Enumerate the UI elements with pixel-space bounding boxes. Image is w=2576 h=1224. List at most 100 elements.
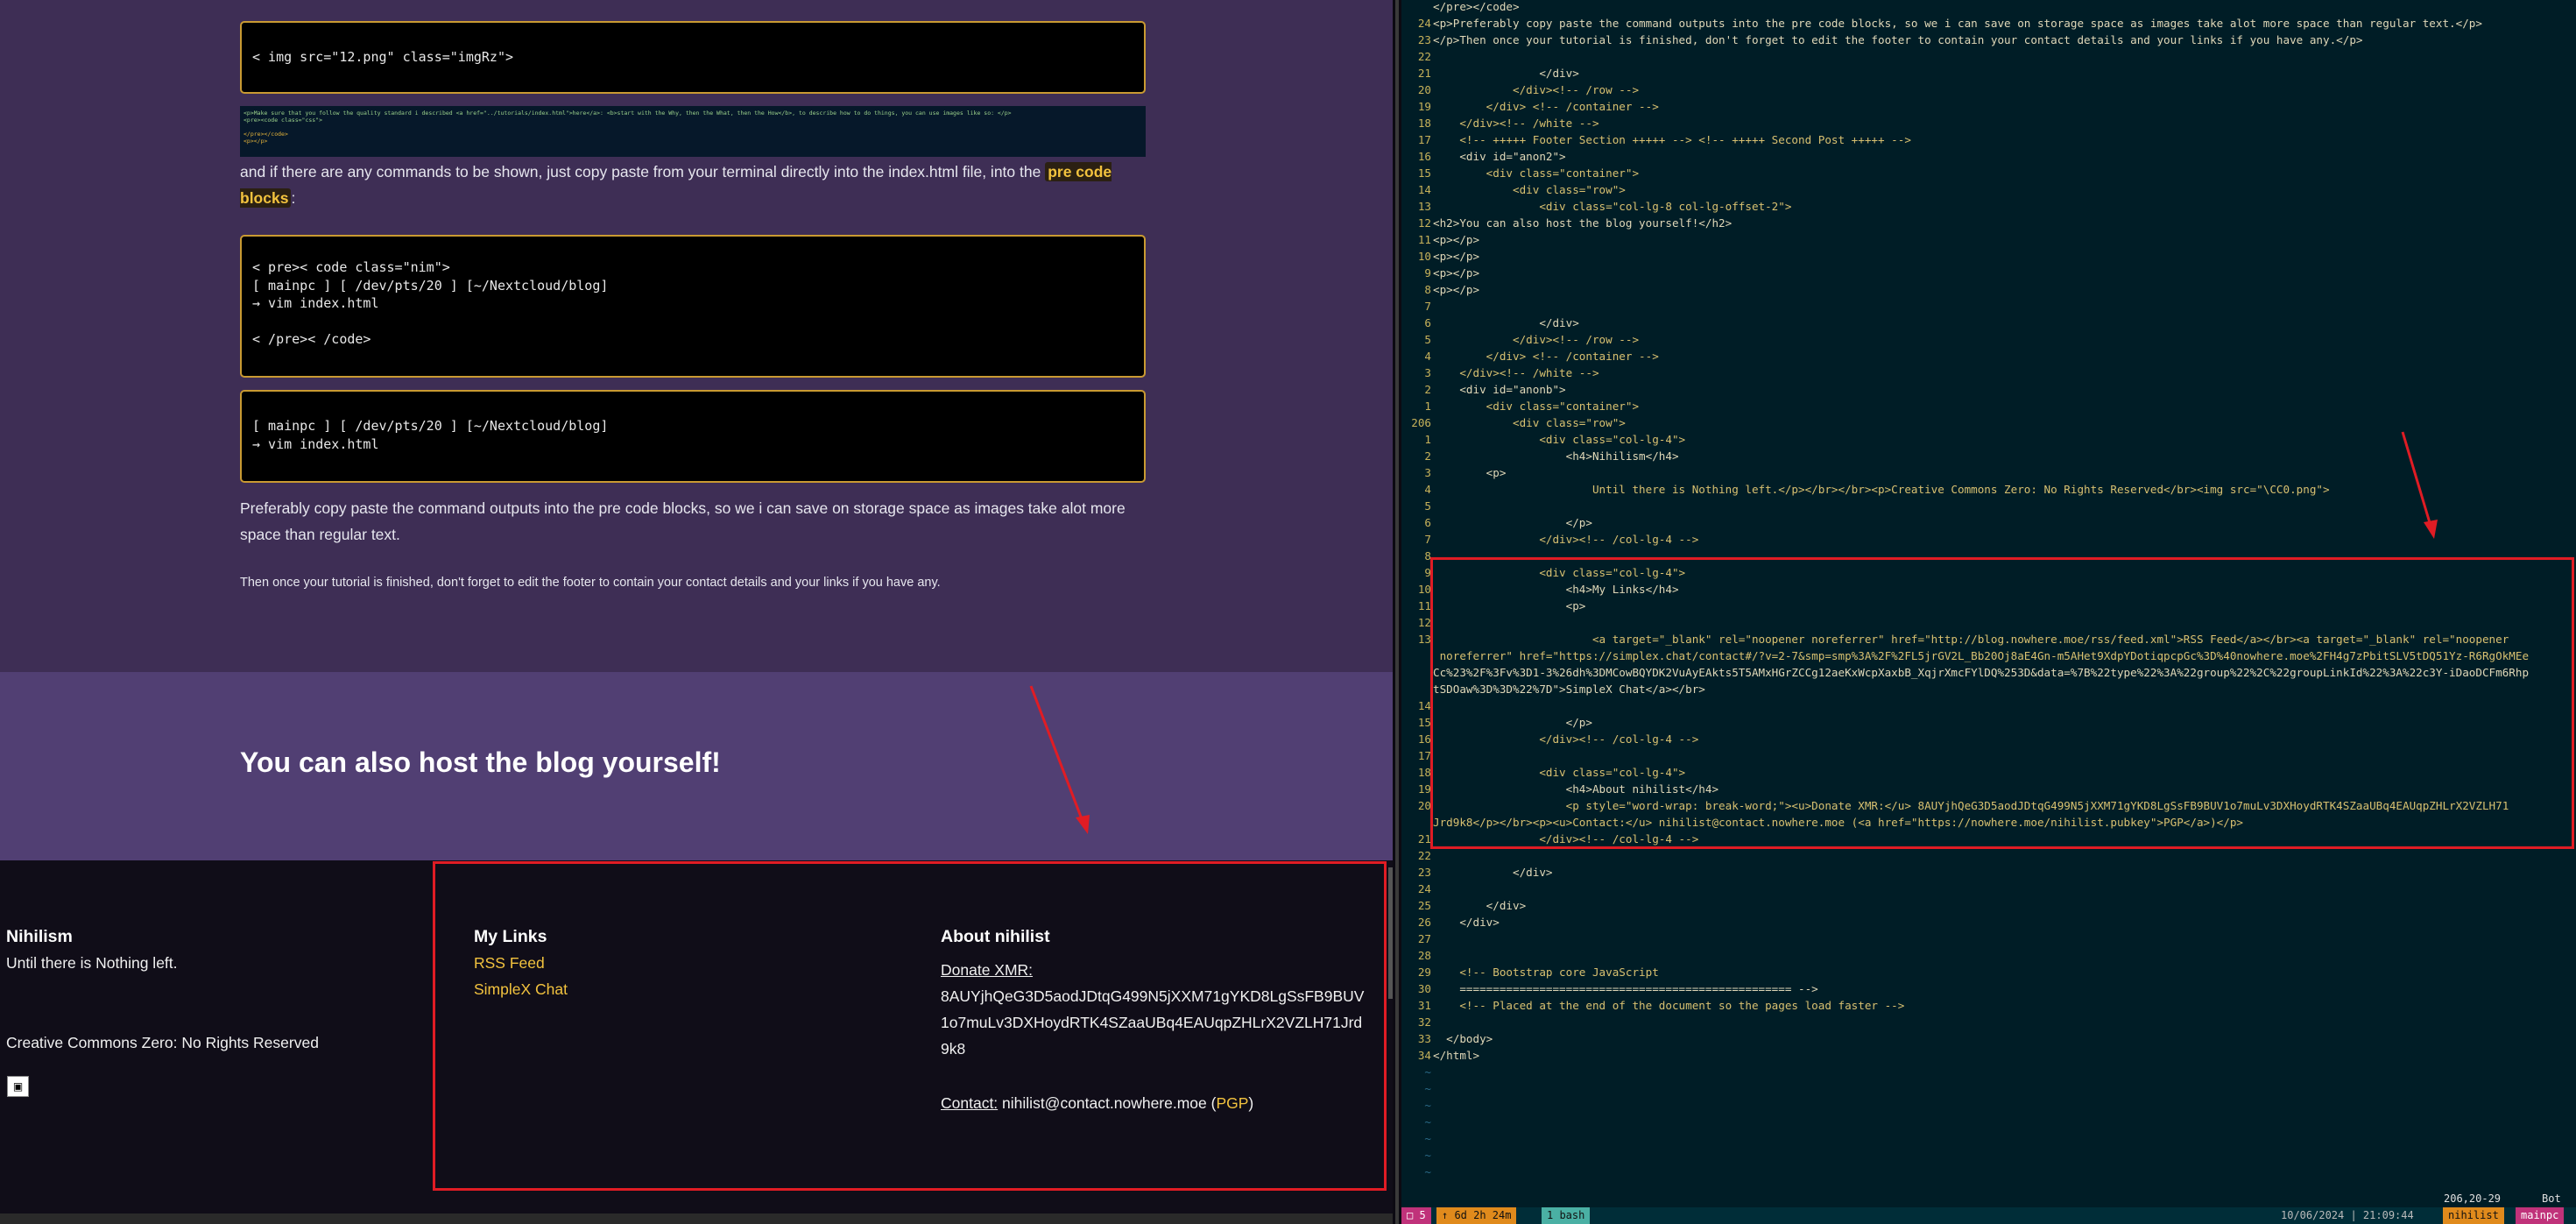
editor-line[interactable]: 33 </body> [1401, 1032, 2576, 1049]
vim-editor[interactable]: </pre></code> 24 <p>Preferably copy paste … [1401, 0, 2576, 1224]
code-block-terminal: [ mainpc ] [ /dev/pts/20 ] [~/Nextcloud/… [240, 390, 1146, 483]
line-number: 21 [1417, 832, 1431, 845]
line-text: <div id="anonb"> [1433, 383, 1566, 396]
editor-line[interactable]: 31 <!-- Placed at the end of the documen… [1401, 999, 2576, 1015]
line-number: 10 [1417, 583, 1431, 596]
editor-line[interactable]: ~ [1401, 1132, 2576, 1149]
editor-line[interactable]: 1 <div class="container"> [1401, 400, 2576, 416]
editor-line[interactable]: 12 <h2>You can also host the blog yoursel… [1401, 216, 2576, 233]
line-number: 12 [1417, 616, 1431, 629]
line-number: 30 [1417, 982, 1431, 995]
editor-line[interactable]: 6 </div> [1401, 316, 2576, 333]
line-number: 11 [1417, 599, 1431, 612]
editor-line[interactable]: 34 </html> [1401, 1049, 2576, 1065]
editor-line[interactable]: 14 <div class="row"> [1401, 183, 2576, 200]
editor-line[interactable]: ~ [1401, 1115, 2576, 1132]
editor-line[interactable]: 11 <p></p> [1401, 233, 2576, 250]
line-number: 25 [1417, 899, 1431, 912]
editor-line[interactable]: 19 </div> <!-- /container --> [1401, 100, 2576, 117]
editor-line[interactable]: 17 <!-- +++++ Footer Section +++++ --> <… [1401, 133, 2576, 150]
editor-line[interactable]: 10 <p></p> [1401, 250, 2576, 266]
line-number: 17 [1417, 749, 1431, 762]
editor-line[interactable]: 7 [1401, 300, 2576, 316]
line-number: 1 [1424, 433, 1431, 446]
editor-line[interactable]: 2 <div id="anonb"> [1401, 383, 2576, 400]
editor-line[interactable]: 13 <div class="col-lg-8 col-lg-offset-2"… [1401, 200, 2576, 216]
line-number: 9 [1424, 266, 1431, 279]
line-number: 17 [1417, 133, 1431, 146]
footer-title-nihilism: Nihilism [6, 927, 73, 946]
editor-line[interactable]: 5 </div><!-- /row --> [1401, 333, 2576, 350]
line-number: 10 [1417, 250, 1431, 263]
editor-line[interactable]: 23 </p>Then once your tutorial is finishe… [1401, 33, 2576, 50]
editor-line[interactable]: 21 </div> [1401, 67, 2576, 83]
footer-license: Creative Commons Zero: No Rights Reserve… [6, 1034, 319, 1051]
cc0-icon[interactable]: ▣ [7, 1076, 29, 1097]
line-number: 5 [1424, 333, 1431, 346]
line-number: 1 [1424, 400, 1431, 413]
line-text: <div class="row"> [1433, 183, 1626, 196]
line-number: 13 [1417, 200, 1431, 213]
line-number: 22 [1417, 50, 1431, 63]
editor-line[interactable]: ~ [1401, 1082, 2576, 1099]
line-number: 27 [1417, 932, 1431, 945]
line-text: <div class="col-lg-4"> [1433, 433, 1686, 446]
editor-line[interactable]: 32 [1401, 1015, 2576, 1032]
editor-line[interactable]: 25 </div> [1401, 899, 2576, 916]
line-text: <!-- Placed at the end of the document s… [1433, 999, 1905, 1012]
editor-line[interactable]: 15 <div class="container"> [1401, 166, 2576, 183]
editor-line[interactable]: 8 <p></p> [1401, 283, 2576, 300]
pane-divider[interactable] [1393, 0, 1401, 1224]
tmux-session[interactable]: □ 5 [1401, 1207, 1431, 1224]
horizontal-scrollbar[interactable] [0, 1213, 1393, 1224]
line-text: </div><!-- /white --> [1433, 117, 1599, 130]
editor-line[interactable]: 18 </div><!-- /white --> [1401, 117, 2576, 133]
editor-line[interactable]: ~ [1401, 1149, 2576, 1165]
editor-line[interactable]: ~ [1401, 1065, 2576, 1082]
line-number: 19 [1417, 782, 1431, 796]
line-number: 12 [1417, 216, 1431, 230]
editor-line[interactable]: ~ [1401, 1099, 2576, 1115]
line-number: ~ [1424, 1165, 1431, 1178]
editor-line[interactable]: 9 <p></p> [1401, 266, 2576, 283]
line-number: ~ [1424, 1099, 1431, 1112]
tmux-window[interactable]: 1 bash [1542, 1207, 1591, 1224]
line-number: 18 [1417, 117, 1431, 130]
editor-line[interactable]: 29 <!-- Bootstrap core JavaScript [1401, 966, 2576, 982]
line-number: ~ [1424, 1115, 1431, 1128]
editor-line[interactable]: 27 [1401, 932, 2576, 949]
editor-line[interactable]: 30 =====================================… [1401, 982, 2576, 999]
red-arrow-left [1029, 685, 1090, 834]
editor-line[interactable]: 26 </div> [1401, 916, 2576, 932]
line-text: <h4>Nihilism</h4> [1433, 449, 1679, 463]
editor-line[interactable]: 16 <div id="anon2"> [1401, 150, 2576, 166]
line-text: </div> [1433, 67, 1579, 80]
editor-line[interactable]: 4 </div> <!-- /container --> [1401, 350, 2576, 366]
footer-highlight-box [433, 861, 1387, 1191]
line-number: 16 [1417, 150, 1431, 163]
scroll-percent: Bot [2542, 1192, 2561, 1205]
line-text: <p></p> [1433, 283, 1480, 296]
editor-line[interactable]: 23 </div> [1401, 866, 2576, 882]
line-number: 6 [1424, 316, 1431, 329]
line-text: ========================================… [1433, 982, 1818, 995]
screenshot-thumbnail: <p>Make sure that you follow the quality… [240, 106, 1146, 157]
editor-line[interactable]: 22 [1401, 50, 2576, 67]
line-text: </div><!-- /row --> [1433, 333, 1640, 346]
editor-line[interactable]: </pre></code> [1401, 0, 2576, 17]
editor-line[interactable]: 28 [1401, 949, 2576, 966]
editor-line[interactable]: 20 </div><!-- /row --> [1401, 83, 2576, 100]
line-text: </p>Then once your tutorial is finished,… [1433, 33, 2363, 46]
line-text: <p></p> [1433, 266, 1480, 279]
editor-line[interactable]: 22 [1401, 849, 2576, 866]
editor-line[interactable]: ~ [1401, 1165, 2576, 1182]
editor-line[interactable]: 3 </div><!-- /white --> [1401, 366, 2576, 383]
line-number: 9 [1424, 566, 1431, 579]
line-number: 2 [1424, 383, 1431, 396]
line-text: <div class="col-lg-8 col-lg-offset-2"> [1433, 200, 1792, 213]
editor-line[interactable]: 24 [1401, 882, 2576, 899]
tmux-uptime: ↑ 6d 2h 24m [1436, 1207, 1517, 1224]
line-number: 2 [1424, 449, 1431, 463]
line-number: 33 [1417, 1032, 1431, 1045]
editor-line[interactable]: 24 <p>Preferably copy paste the command o… [1401, 17, 2576, 33]
